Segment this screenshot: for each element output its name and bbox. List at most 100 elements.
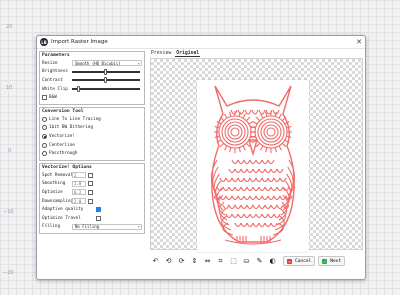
- conversion-option[interactable]: Vectorize!: [42, 132, 142, 141]
- owl-trace-stroke: [231, 177, 239, 183]
- filling-select[interactable]: No Filling: [72, 223, 142, 230]
- cancel-button[interactable]: ✕ Cancel: [283, 256, 316, 266]
- tab-preview[interactable]: Preview: [150, 51, 172, 57]
- bw-label: B&W: [49, 95, 57, 101]
- conversion-option[interactable]: Passthrough: [42, 149, 142, 158]
- spot-removal-checkbox[interactable]: [88, 172, 93, 178]
- flip-horizontal-icon[interactable]: ⇔: [202, 256, 213, 267]
- close-icon[interactable]: ✕: [356, 38, 362, 46]
- brightness-slider[interactable]: [72, 68, 140, 75]
- radio-button[interactable]: [42, 125, 47, 131]
- owl-trace-stroke: [273, 195, 281, 201]
- bw-checkbox[interactable]: [42, 95, 47, 101]
- owl-trace-stroke: [267, 195, 275, 201]
- owl-trace-stroke: [246, 168, 254, 174]
- radio-button[interactable]: [42, 151, 47, 157]
- owl-trace-stroke: [222, 204, 230, 210]
- conversion-option[interactable]: Centerline: [42, 141, 142, 150]
- downsampling-input[interactable]: 2.0: [72, 198, 86, 205]
- select-area-icon[interactable]: ⬚: [228, 256, 239, 267]
- owl-trace-stroke: [276, 204, 284, 210]
- owl-trace-stroke: [237, 109, 245, 115]
- owl-trace-stroke: [214, 135, 220, 138]
- contrast-slider[interactable]: [72, 77, 140, 84]
- owl-eye-ring: [266, 127, 276, 137]
- adaptive-quality-label: Adaptive quality: [42, 207, 84, 213]
- owl-trace-stroke: [261, 177, 269, 183]
- radio-button[interactable]: [42, 142, 47, 148]
- next-label: Next: [330, 258, 342, 264]
- downsampling-checkbox[interactable]: [88, 198, 93, 204]
- optimize-checkbox[interactable]: [88, 189, 93, 195]
- owl-trace-stroke: [273, 177, 281, 183]
- flip-vertical-icon[interactable]: ⇕: [189, 256, 200, 267]
- owl-trace-stroke: [246, 204, 254, 210]
- owl-trace-stroke: [234, 168, 242, 174]
- filling-value: No Filling: [75, 224, 100, 230]
- resize-label: Resize: [42, 60, 58, 66]
- owl-trace-stroke: [240, 168, 248, 174]
- owl-trace-stroke: [255, 116, 261, 122]
- eyedropper-icon[interactable]: ✎: [254, 256, 265, 267]
- owl-eye-ring: [257, 118, 285, 146]
- optimize-travel-checkbox[interactable]: [96, 215, 101, 221]
- fill-bucket-icon[interactable]: ⛀: [241, 256, 252, 267]
- conversion-option-label: Passthrough: [49, 151, 78, 157]
- owl-trace-stroke: [231, 213, 239, 219]
- owl-eye-ring: [221, 118, 249, 146]
- owl-trace-stroke: [281, 142, 287, 148]
- rotate-cw-icon[interactable]: ⟳: [176, 256, 187, 267]
- conversion-option-label: 1bit BW Dithering: [49, 125, 93, 131]
- owl-trace-stroke: [276, 186, 284, 192]
- conversion-option[interactable]: Line To Line Tracing: [42, 115, 142, 124]
- group-title: Parameters: [42, 53, 70, 58]
- dialog-titlebar[interactable]: LB Import Raster Image ✕: [37, 36, 365, 49]
- tab-original[interactable]: Original: [175, 51, 201, 57]
- owl-trace-stroke: [249, 195, 257, 201]
- optimize-input[interactable]: 0.2: [72, 189, 86, 196]
- owl-trace-stroke: [258, 168, 266, 174]
- ruler-label: 10: [6, 85, 13, 91]
- smoothing-input[interactable]: 1.0: [72, 180, 86, 187]
- ruler-label: 0: [8, 148, 12, 154]
- owl-trace-stroke: [234, 222, 242, 228]
- owl-trace-stroke: [248, 121, 254, 125]
- owl-trace-stroke: [224, 113, 228, 119]
- owl-eye-ring: [218, 115, 252, 149]
- radio-button[interactable]: [42, 133, 47, 139]
- slider-thumb[interactable]: [104, 68, 107, 75]
- owl-trace-stroke: [249, 213, 257, 219]
- owl-trace-stroke: [252, 186, 260, 192]
- crop-icon[interactable]: ⌗: [215, 256, 226, 267]
- ruler-label: −20: [3, 270, 14, 276]
- owl-trace-stroke: [258, 222, 266, 228]
- spot-removal-input[interactable]: 2: [72, 172, 86, 179]
- slider-thumb[interactable]: [104, 77, 107, 84]
- owl-trace-stroke: [240, 222, 248, 228]
- owl-trace-stroke: [261, 159, 269, 165]
- owl-trace-stroke: [252, 204, 260, 210]
- owl-eye-ring: [230, 127, 240, 137]
- resize-select[interactable]: Smooth (HQ Bicubic): [72, 60, 142, 67]
- owl-trace-stroke: [249, 159, 257, 165]
- slider-thumb[interactable]: [76, 86, 80, 93]
- white-clip-slider[interactable]: [72, 86, 140, 93]
- rotate-ccw-icon[interactable]: ⟲: [163, 256, 174, 267]
- adaptive-quality-checkbox[interactable]: [96, 207, 101, 213]
- owl-trace-stroke: [258, 109, 266, 115]
- optimize-travel-label: Optimize Travel: [42, 215, 81, 221]
- rotate-left-icon[interactable]: ↶: [150, 256, 161, 267]
- smoothing-checkbox[interactable]: [88, 181, 93, 187]
- owl-trace-stroke: [270, 204, 278, 210]
- owl-trace-stroke: [237, 159, 245, 165]
- radio-button[interactable]: [42, 116, 47, 122]
- owl-trace-stroke: [238, 147, 241, 153]
- settings-panel: Parameters Resize Smooth (HQ Bicubic) Br…: [39, 51, 145, 279]
- invert-icon[interactable]: ◐: [267, 256, 278, 267]
- downsampling-label: Downsampling: [42, 198, 74, 204]
- conversion-option[interactable]: 1bit BW Dithering: [42, 124, 142, 133]
- next-button[interactable]: ✓ Next: [318, 256, 346, 266]
- owl-trace-stroke: [252, 222, 260, 228]
- owl-trace-stroke: [237, 177, 245, 183]
- owl-trace-stroke: [234, 186, 242, 192]
